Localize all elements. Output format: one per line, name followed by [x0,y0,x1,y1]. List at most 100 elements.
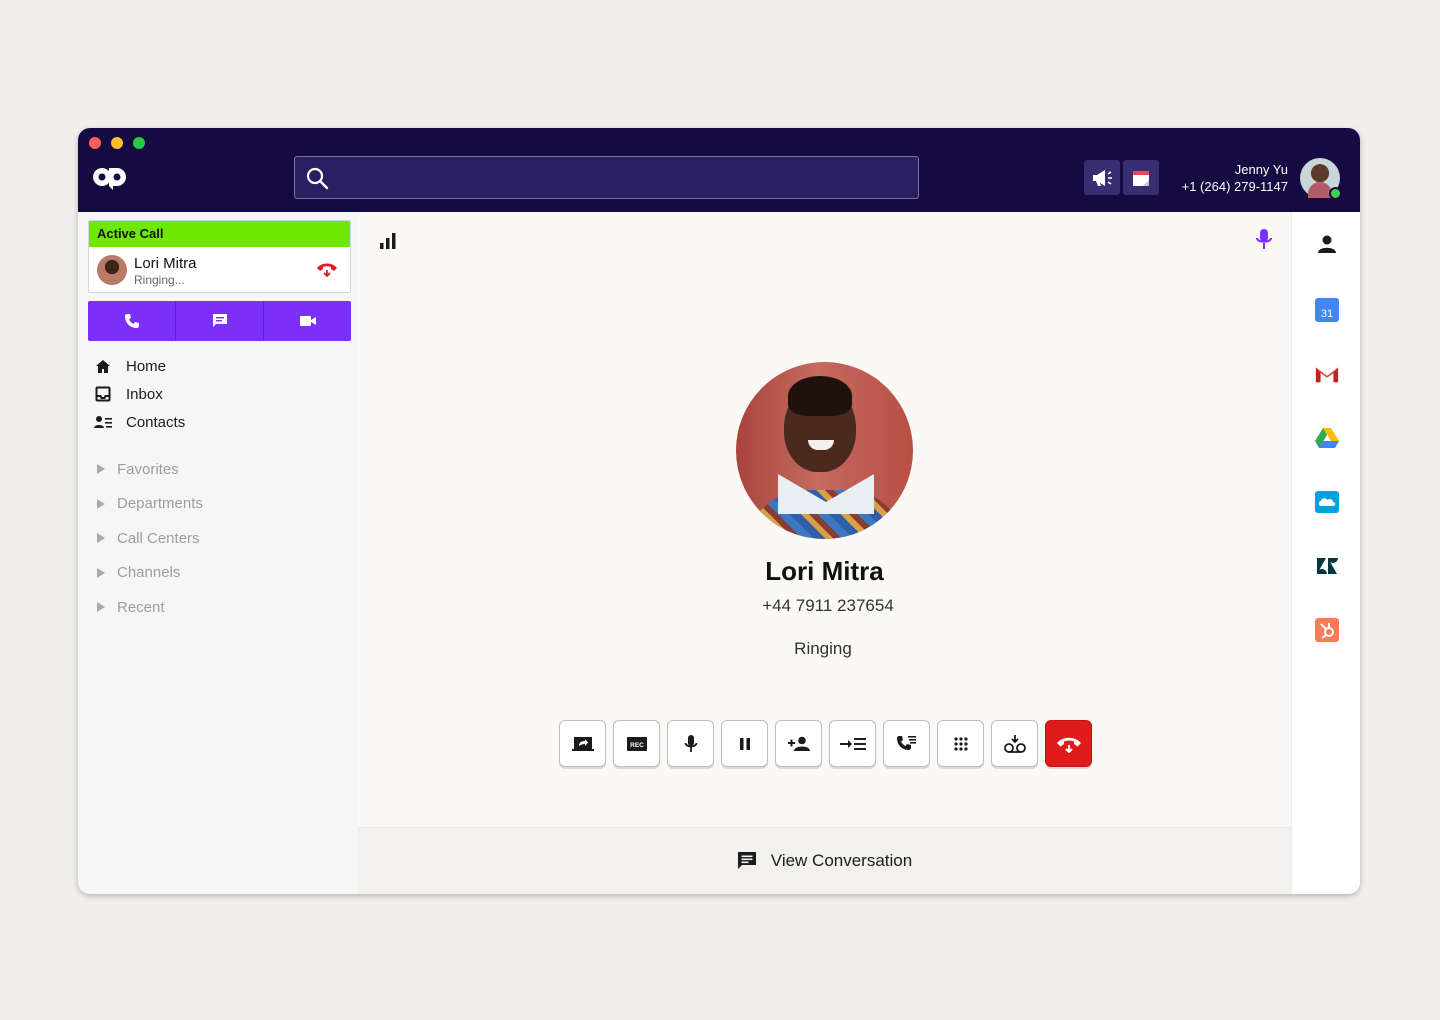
user-name: Jenny Yu [1234,162,1288,177]
contact-details-button[interactable] [1315,232,1339,256]
zendesk-button[interactable] [1315,554,1339,578]
hang-up-button[interactable] [1045,720,1092,767]
mic-icon[interactable] [1255,228,1273,252]
signal-strength-icon[interactable] [379,232,399,250]
nav-item-home[interactable]: Home [94,352,185,380]
video-icon [299,316,316,326]
rec-text: REC [630,742,644,749]
expand-arrow-icon [97,498,105,509]
group-label: Departments [117,495,203,513]
hang-up-icon [1056,737,1081,753]
app-window: Jenny Yu +1 (264) 279-1147 Active Call L… [78,128,1360,894]
group-label: Call Centers [117,529,200,547]
group-channels[interactable]: Channels [97,556,203,591]
calendar-icon [1133,170,1149,186]
user-phone: +1 (264) 279-1147 [1181,179,1288,194]
chat-icon [737,851,757,871]
google-drive-button[interactable] [1315,426,1339,450]
caller-name: Lori Mitra [134,255,197,272]
nav-label: Home [126,357,167,375]
top-bar: Jenny Yu +1 (264) 279-1147 [78,128,1360,212]
message-button[interactable] [176,301,264,341]
group-recent[interactable]: Recent [97,590,203,625]
presence-indicator [1329,187,1342,200]
transfer-button[interactable] [829,720,876,767]
main-nav: Home Inbox Contacts [94,352,185,436]
person-icon [1318,235,1336,253]
keypad-icon [953,736,968,751]
google-calendar-icon: 31 [1315,298,1339,322]
caller-avatar [97,255,127,285]
nav-label: Contacts [126,413,186,431]
quick-actions [88,301,351,341]
expand-arrow-icon [97,567,105,578]
announcement-button[interactable] [1084,160,1120,195]
avatar-hair [788,376,852,416]
phone-list-icon [896,735,916,750]
call-button[interactable] [88,301,176,341]
share-screen-button[interactable] [559,720,606,767]
salesforce-button[interactable] [1315,490,1339,514]
minimize-window-button[interactable] [111,137,123,149]
inbox-icon [94,385,112,403]
contact-avatar [736,362,913,539]
view-conversation-button[interactable]: View Conversation [358,827,1291,894]
search-icon [306,167,329,190]
rec-icon: REC [626,736,647,751]
maximize-window-button[interactable] [133,137,145,149]
voicemail-icon [1003,734,1026,753]
group-label: Favorites [117,460,179,478]
zendesk-icon [1317,558,1338,574]
close-window-button[interactable] [89,137,101,149]
expand-arrow-icon [97,464,105,475]
phone-icon [124,314,139,328]
hubspot-icon [1315,618,1339,642]
group-departments[interactable]: Departments [97,487,203,522]
group-favorites[interactable]: Favorites [97,452,203,487]
dialpad-logo-icon[interactable] [92,164,128,190]
voicemail-button[interactable] [991,720,1038,767]
hold-button[interactable] [721,720,768,767]
nav-item-inbox[interactable]: Inbox [94,380,185,408]
gmail-button[interactable] [1315,362,1339,386]
video-button[interactable] [264,301,351,341]
mic-icon [684,734,697,752]
message-icon [212,314,227,327]
window-controls [89,137,145,149]
contact-name: Lori Mitra [765,556,884,586]
group-label: Recent [117,598,165,616]
user-info[interactable]: Jenny Yu +1 (264) 279-1147 [1182,162,1288,195]
active-call-header: Active Call [89,221,350,247]
contact-phone: +44 7911 237654 [762,596,894,615]
expand-arrow-icon [97,533,105,544]
home-icon [94,357,112,375]
call-controls: REC [559,720,1092,767]
search-input[interactable] [294,156,919,199]
nav-item-contacts[interactable]: Contacts [94,408,185,436]
add-caller-button[interactable] [775,720,822,767]
expand-arrow-icon [97,602,105,613]
nav-label: Inbox [126,385,163,403]
google-calendar-button[interactable]: 31 [1315,298,1339,322]
call-panel: Lori Mitra +44 7911 237654 Ringing REC V… [358,212,1291,894]
record-button[interactable]: REC [613,720,660,767]
integrations-rail: 31 [1291,212,1360,894]
mute-button[interactable] [667,720,714,767]
gmail-icon [1315,367,1339,383]
sidebar-groups: Favorites Departments Call Centers Chann… [97,452,203,625]
share-screen-icon [571,736,594,751]
hubspot-button[interactable] [1315,618,1339,642]
calendar-date: 31 [1321,308,1333,320]
group-call-centers[interactable]: Call Centers [97,521,203,556]
calendar-button[interactable] [1123,160,1159,195]
keypad-button[interactable] [937,720,984,767]
avatar-shirt [746,490,906,539]
google-drive-icon [1315,428,1339,448]
call-queue-button[interactable] [883,720,930,767]
add-person-icon [787,736,810,751]
caller-status: Ringing... [134,273,185,287]
pause-icon [739,737,750,750]
hang-up-icon[interactable] [316,261,338,277]
user-avatar[interactable] [1300,158,1342,200]
active-call-card[interactable]: Active Call Lori Mitra Ringing... [88,220,351,293]
